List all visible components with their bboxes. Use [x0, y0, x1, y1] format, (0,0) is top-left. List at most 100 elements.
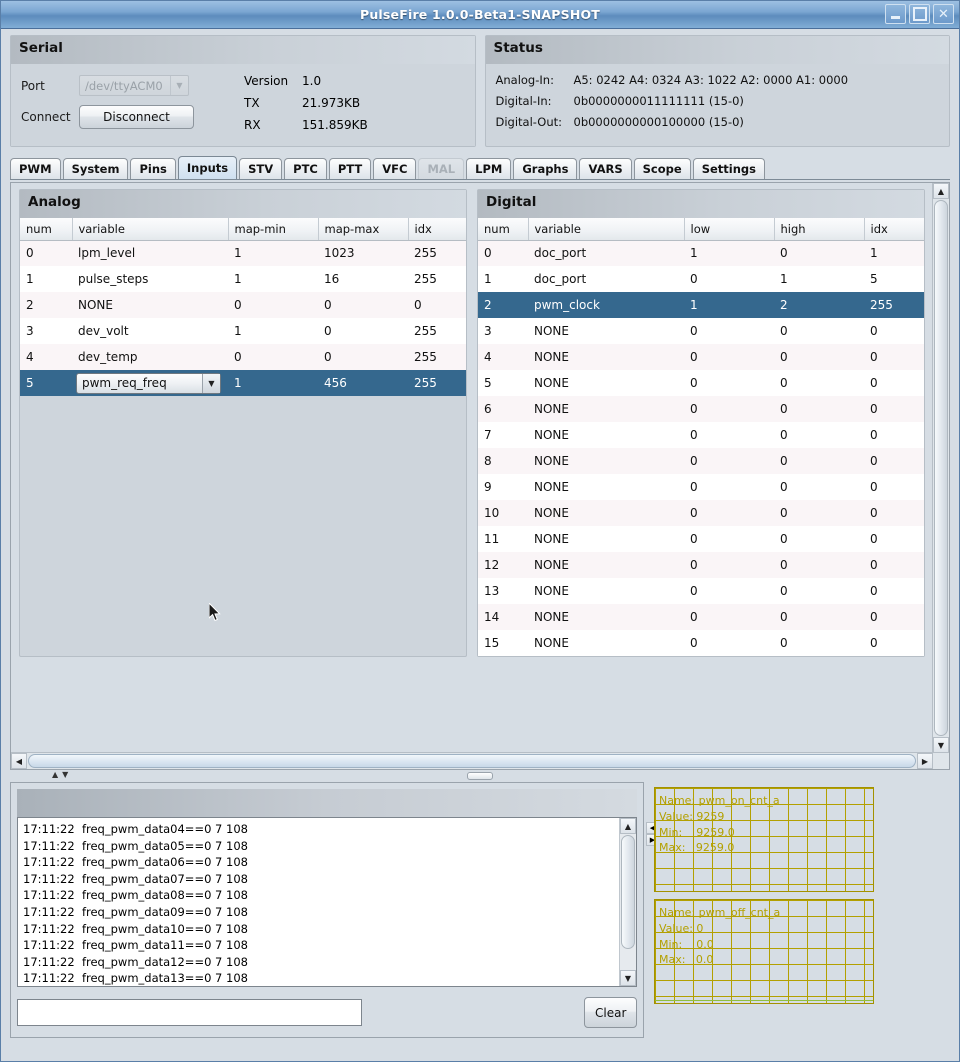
cell-high[interactable]: 0	[774, 240, 864, 266]
cell-num[interactable]: 12	[478, 552, 528, 578]
cell-idx[interactable]: 5	[864, 266, 924, 292]
cell-map-min[interactable]: 0	[228, 344, 318, 370]
tab-stv[interactable]: STV	[239, 158, 283, 179]
log-scroll-thumb[interactable]	[621, 835, 635, 949]
graph-panel[interactable]: Name: pwm_off_cnt_a Value: 0 Min: 0.0 Ma…	[654, 899, 874, 1004]
table-row[interactable]: 11 NONE 0 0 0	[478, 526, 924, 552]
table-row[interactable]: 8 NONE 0 0 0	[478, 448, 924, 474]
cell-high[interactable]: 0	[774, 604, 864, 630]
table-row[interactable]: 3 NONE 0 0 0	[478, 318, 924, 344]
cell-variable[interactable]: lpm_level	[72, 240, 228, 266]
cell-idx[interactable]: 255	[408, 344, 466, 370]
table-row[interactable]: 12 NONE 0 0 0	[478, 552, 924, 578]
cell-low[interactable]: 0	[684, 266, 774, 292]
cell-variable[interactable]: dev_volt	[72, 318, 228, 344]
cell-idx[interactable]: 0	[864, 422, 924, 448]
variable-select[interactable]: pwm_req_freq ▼	[76, 372, 221, 394]
tab-system[interactable]: System	[62, 158, 129, 179]
cell-low[interactable]: 0	[684, 474, 774, 500]
table-row[interactable]: 0 lpm_level 1 1023 255	[20, 240, 466, 266]
column-header[interactable]: num	[20, 218, 73, 241]
column-header[interactable]: map-max	[318, 218, 409, 241]
split-pane-divider[interactable]: ▲ ▼	[10, 770, 950, 782]
cell-idx[interactable]: 0	[864, 318, 924, 344]
cell-num[interactable]: 2	[478, 292, 528, 318]
cell-variable[interactable]: NONE	[528, 318, 684, 344]
cell-map-min[interactable]: 0	[228, 292, 318, 318]
table-row[interactable]: 2 pwm_clock 1 2 255	[478, 292, 924, 318]
cell-num[interactable]: 15	[478, 630, 528, 656]
cell-num[interactable]: 9	[478, 474, 528, 500]
cell-low[interactable]: 0	[684, 396, 774, 422]
cell-variable[interactable]: doc_port	[528, 240, 684, 266]
split-grip[interactable]	[467, 772, 493, 780]
cell-variable[interactable]: NONE	[528, 552, 684, 578]
table-row[interactable]: 10 NONE 0 0 0	[478, 500, 924, 526]
close-button[interactable]: ✕	[933, 4, 954, 24]
column-header[interactable]: variable	[528, 218, 685, 241]
log-scroll-up-icon[interactable]: ▲	[620, 818, 636, 834]
cell-low[interactable]: 0	[684, 578, 774, 604]
command-input[interactable]	[17, 999, 363, 1026]
table-row[interactable]: 15 NONE 0 0 0	[478, 630, 924, 656]
cell-map-max[interactable]: 1023	[318, 240, 408, 266]
cell-map-max[interactable]: 456	[318, 370, 408, 396]
cell-map-max[interactable]: 0	[318, 318, 408, 344]
cell-map-min[interactable]: 1	[228, 266, 318, 292]
clear-button[interactable]: Clear	[584, 997, 637, 1028]
cell-num[interactable]: 8	[478, 448, 528, 474]
scroll-up-icon[interactable]: ▲	[933, 183, 949, 199]
tab-ptt[interactable]: PTT	[328, 158, 372, 179]
cell-variable[interactable]: NONE	[528, 500, 684, 526]
cell-num[interactable]: 4	[20, 344, 72, 370]
table-row[interactable]: 7 NONE 0 0 0	[478, 422, 924, 448]
column-header[interactable]: idx	[864, 218, 924, 241]
cell-num[interactable]: 1	[20, 266, 72, 292]
cell-map-max[interactable]: 0	[318, 344, 408, 370]
cell-idx[interactable]: 0	[864, 578, 924, 604]
cell-map-max[interactable]: 0	[318, 292, 408, 318]
cell-num[interactable]: 3	[478, 318, 528, 344]
cell-high[interactable]: 0	[774, 526, 864, 552]
tab-pwm[interactable]: PWM	[10, 158, 61, 179]
cell-idx[interactable]: 0	[864, 448, 924, 474]
table-row[interactable]: 9 NONE 0 0 0	[478, 474, 924, 500]
cell-num[interactable]: 6	[478, 396, 528, 422]
column-header[interactable]: map-min	[228, 218, 319, 241]
tab-graphs[interactable]: Graphs	[513, 158, 578, 179]
cell-variable[interactable]: dev_temp	[72, 344, 228, 370]
table-row[interactable]: 1 doc_port 0 1 5	[478, 266, 924, 292]
chevron-down-icon[interactable]: ▼	[202, 373, 220, 393]
cell-high[interactable]: 0	[774, 630, 864, 656]
cell-high[interactable]: 0	[774, 552, 864, 578]
cell-map-max[interactable]: 16	[318, 266, 408, 292]
cell-low[interactable]: 0	[684, 500, 774, 526]
scroll-right-icon[interactable]: ▶	[917, 753, 933, 769]
table-row[interactable]: 5 pwm_req_freq ▼ 1 456 255	[20, 370, 466, 396]
cell-variable[interactable]: NONE	[528, 526, 684, 552]
graph-panel[interactable]: Name: pwm_on_cnt_a Value: 9259 Min: 9259…	[654, 787, 874, 892]
disconnect-button[interactable]: Disconnect	[79, 104, 194, 129]
cell-idx[interactable]: 0	[408, 292, 466, 318]
cell-num[interactable]: 11	[478, 526, 528, 552]
cell-idx[interactable]: 0	[864, 500, 924, 526]
cell-low[interactable]: 0	[684, 448, 774, 474]
cell-idx[interactable]: 0	[864, 370, 924, 396]
log-vertical-scrollbar[interactable]: ▲ ▼	[619, 818, 636, 986]
cell-variable[interactable]: NONE	[528, 370, 684, 396]
scroll-left-icon[interactable]: ◀	[11, 753, 27, 769]
tab-pins[interactable]: Pins	[130, 158, 176, 179]
cell-num[interactable]: 3	[20, 318, 72, 344]
tab-lpm[interactable]: LPM	[466, 158, 512, 179]
cell-high[interactable]: 0	[774, 422, 864, 448]
cell-num[interactable]: 5	[20, 370, 72, 396]
cell-idx[interactable]: 1	[864, 240, 924, 266]
cell-variable[interactable]: NONE	[528, 422, 684, 448]
tab-scope[interactable]: Scope	[633, 158, 691, 179]
cell-variable[interactable]: NONE	[528, 396, 684, 422]
table-row[interactable]: 2 NONE 0 0 0	[20, 292, 466, 318]
column-header[interactable]: num	[478, 218, 529, 241]
cell-idx[interactable]: 255	[408, 370, 466, 396]
table-row[interactable]: 0 doc_port 1 0 1	[478, 240, 924, 266]
table-row[interactable]: 6 NONE 0 0 0	[478, 396, 924, 422]
